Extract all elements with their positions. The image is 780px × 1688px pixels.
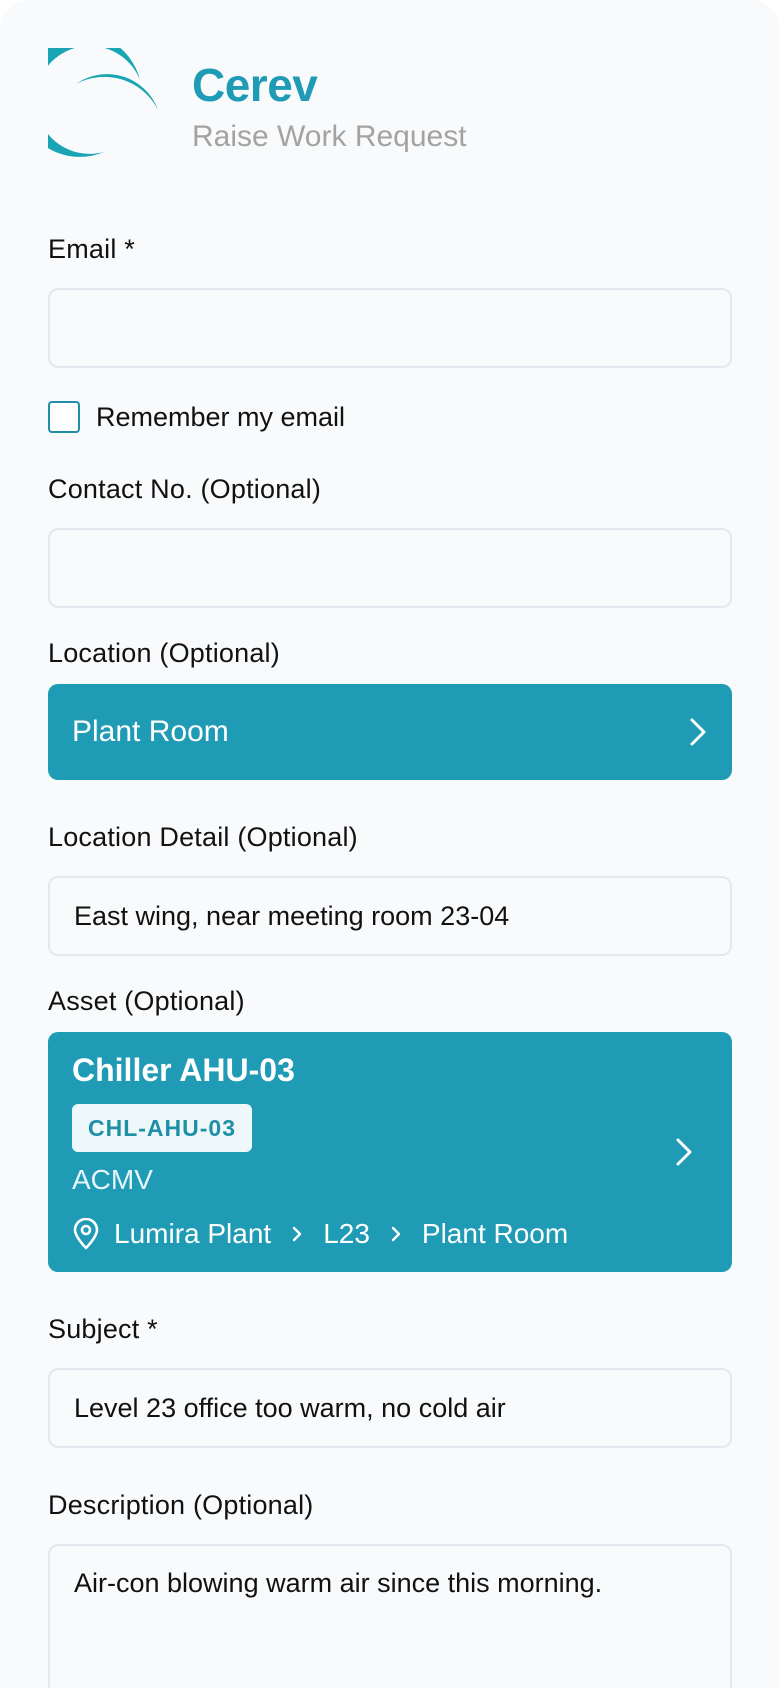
chevron-right-icon — [690, 718, 706, 746]
chevron-right-small-icon — [391, 1226, 401, 1242]
remember-email-label: Remember my email — [96, 401, 346, 432]
asset-selector-card[interactable]: Chiller AHU-03 CHL-AHU-03 ACMV Lumira Pl… — [48, 1032, 732, 1272]
subject-label: Subject * — [48, 1314, 158, 1344]
email-field[interactable] — [48, 288, 732, 368]
contact-label: Contact No. (Optional) — [48, 474, 322, 504]
location-value: Plant Room — [72, 715, 229, 748]
work-request-sheet: Cerev Raise Work Request Email * Remembe… — [0, 0, 780, 1688]
cerev-logo — [48, 48, 158, 157]
email-input[interactable] — [74, 312, 706, 344]
asset-path-level: L23 — [323, 1218, 370, 1249]
asset-name: Chiller AHU-03 — [72, 1052, 295, 1088]
location-selector[interactable]: Plant Room — [48, 684, 732, 780]
page-subtitle: Raise Work Request — [192, 120, 467, 153]
asset-category: ACMV — [72, 1164, 153, 1195]
contact-input[interactable] — [74, 552, 706, 584]
description-label: Description (Optional) — [48, 1490, 314, 1520]
location-detail-field[interactable]: East wing, near meeting room 23-04 — [48, 876, 732, 956]
location-detail-value: East wing, near meeting room 23-04 — [74, 900, 510, 931]
location-pin-icon — [73, 1218, 99, 1250]
description-value: Air-con blowing warm air since this morn… — [74, 1568, 603, 1598]
description-textarea[interactable]: Air-con blowing warm air since this morn… — [48, 1544, 732, 1688]
chevron-right-small-icon — [292, 1226, 302, 1242]
subject-field[interactable]: Level 23 office too warm, no cold air — [48, 1368, 732, 1448]
asset-code-badge: CHL-AHU-03 — [72, 1104, 252, 1152]
asset-label: Asset (Optional) — [48, 986, 245, 1016]
contact-field[interactable] — [48, 528, 732, 608]
chevron-right-icon — [676, 1138, 692, 1166]
header: Cerev Raise Work Request — [48, 48, 738, 160]
remember-email-checkbox[interactable] — [48, 401, 80, 433]
location-detail-label: Location Detail (Optional) — [48, 822, 358, 852]
asset-location-path: Lumira Plant L23 Plant Room — [72, 1216, 568, 1252]
email-label: Email * — [48, 234, 135, 264]
asset-path-room: Plant Room — [421, 1218, 569, 1249]
location-label: Location (Optional) — [48, 638, 280, 668]
brand-name: Cerev — [192, 59, 318, 111]
asset-path-site: Lumira Plant — [114, 1218, 272, 1249]
remember-email-row[interactable]: Remember my email — [48, 400, 345, 434]
subject-value: Level 23 office too warm, no cold air — [74, 1392, 506, 1423]
